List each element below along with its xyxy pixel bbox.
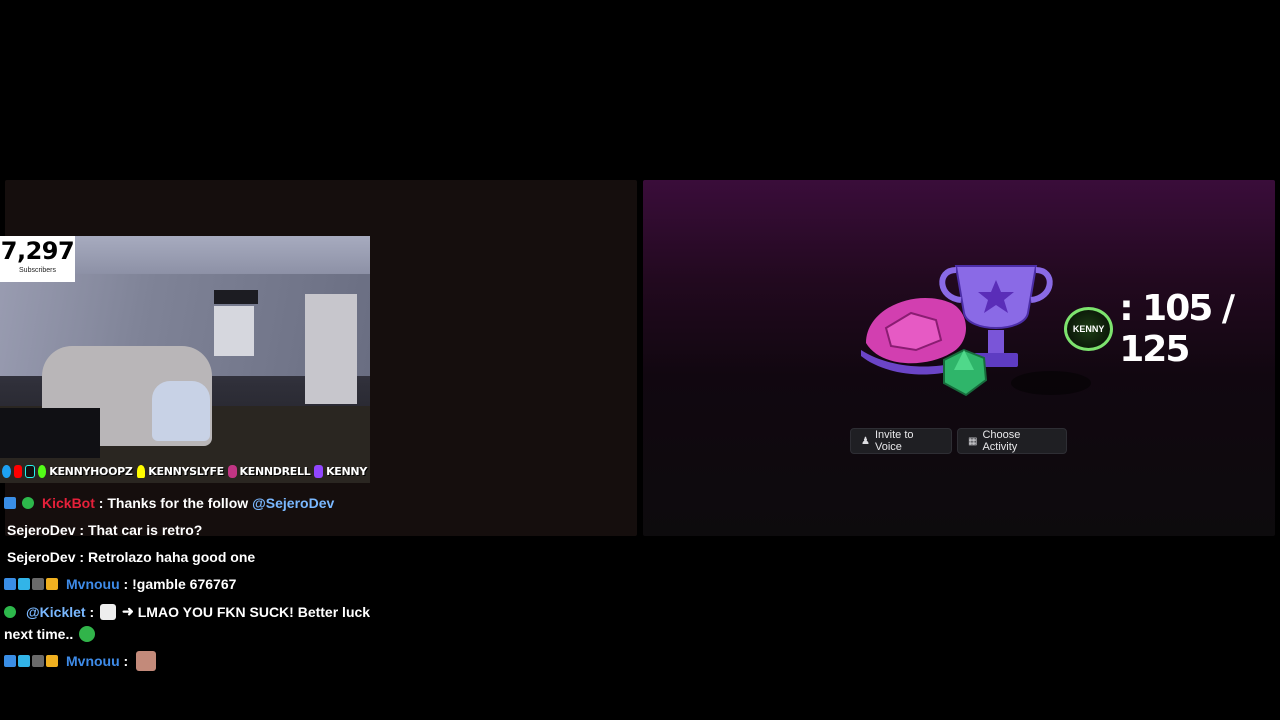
tiktok-icon bbox=[25, 464, 35, 478]
chat-message: KickBot : Thanks for the follow @SejeroD… bbox=[4, 495, 334, 511]
shadow-shape bbox=[1011, 371, 1091, 395]
chat-separator: : bbox=[119, 576, 133, 592]
chat-message-continuation: next time.. bbox=[4, 626, 96, 642]
chat-separator: : bbox=[75, 522, 88, 538]
moderator-badge-icon bbox=[4, 497, 16, 509]
chat-username[interactable]: Mvnouu bbox=[66, 576, 120, 592]
chat-message: @Kicklet : ➜ LMAO YOU FKN SUCK! Better l… bbox=[4, 603, 370, 620]
activity-illustration bbox=[861, 265, 1091, 397]
activity-counter: KENNY : 105 / 125 bbox=[1064, 288, 1280, 370]
add-user-icon: ♟ bbox=[861, 435, 870, 447]
subscriber-counter: 7,297 Subscribers bbox=[0, 236, 75, 282]
choose-activity-label: Choose Activity bbox=[982, 429, 1021, 453]
counter-value: : 105 / 125 bbox=[1119, 288, 1235, 370]
gift-badge-icon bbox=[32, 655, 44, 667]
chat-separator: : bbox=[94, 495, 108, 511]
instagram-icon bbox=[227, 464, 237, 478]
kenny-globe-logo: KENNY bbox=[1064, 307, 1114, 351]
chat-separator: : bbox=[85, 603, 99, 620]
chat-username[interactable]: Mvnouu bbox=[66, 653, 120, 669]
youtube-icon bbox=[13, 464, 23, 478]
crown-badge-icon bbox=[46, 655, 58, 667]
chat-text: next time.. bbox=[4, 626, 74, 642]
subscriber-count: 7,297 bbox=[0, 237, 75, 265]
invite-to-voice-label: Invite to Voice bbox=[874, 429, 914, 453]
social-handle: KENNYSLYFE bbox=[148, 464, 224, 478]
grid-icon: ▦ bbox=[968, 435, 978, 447]
chat-message: SejeroDev : That car is retro? bbox=[7, 522, 202, 538]
chat-text: !gamble 676767 bbox=[132, 576, 237, 592]
chat-mention[interactable]: @SejeroDev bbox=[252, 495, 334, 511]
chat-text: Thanks for the follow bbox=[107, 495, 249, 511]
social-handle: KENNYHOOPZ bbox=[49, 464, 133, 478]
cam-tv bbox=[214, 290, 258, 304]
arrow-icon: ➜ bbox=[122, 603, 134, 619]
cam-window bbox=[214, 306, 254, 356]
verified-badge-icon bbox=[4, 605, 16, 618]
chat-message: SejeroDev : Retrolazo haha good one bbox=[7, 549, 255, 565]
subscriber-badge-icon bbox=[18, 578, 30, 590]
chat-message: Mvnouu : bbox=[4, 651, 157, 671]
sticker-emoji-icon bbox=[136, 651, 157, 671]
snapchat-icon bbox=[136, 464, 146, 478]
subscriber-badge-icon bbox=[18, 655, 30, 667]
chat-username[interactable]: KickBot bbox=[42, 495, 95, 511]
chat-text: LMAO YOU FKN SUCK! Better luck bbox=[137, 603, 371, 620]
subscriber-label: Subscribers bbox=[19, 267, 56, 274]
twitter-icon bbox=[2, 464, 11, 478]
cam-person bbox=[152, 381, 210, 441]
cam-desk bbox=[0, 408, 100, 458]
social-links-bar: KENNYHOOPZ KENNYSLYFE KENNDRELL KENNY bbox=[0, 461, 370, 481]
cam-ceiling bbox=[60, 236, 370, 274]
chat-username[interactable]: SejeroDev bbox=[7, 522, 75, 538]
logo-text: KENNY bbox=[1072, 324, 1105, 334]
choose-activity-button[interactable]: ▦ Choose Activity bbox=[957, 428, 1067, 454]
chat-username[interactable]: @Kicklet bbox=[26, 604, 86, 620]
dice-emoji-icon bbox=[100, 603, 117, 620]
clover-emoji-icon bbox=[79, 626, 96, 642]
chat-text: That car is retro? bbox=[87, 522, 203, 538]
moderator-badge-icon bbox=[4, 578, 16, 590]
kick-icon bbox=[37, 464, 47, 478]
chat-text: Retrolazo haha good one bbox=[87, 549, 256, 565]
chat-separator: : bbox=[75, 549, 88, 565]
gift-badge-icon bbox=[32, 578, 44, 590]
chat-message: Mvnouu : !gamble 676767 bbox=[4, 576, 236, 592]
moderator-badge-icon bbox=[4, 655, 16, 667]
trophy-stem-icon bbox=[988, 330, 1004, 355]
crown-badge-icon bbox=[46, 578, 58, 590]
verified-badge-icon bbox=[22, 497, 34, 509]
chat-username[interactable]: SejeroDev bbox=[7, 549, 75, 565]
social-handle: KENNDRELL bbox=[239, 464, 311, 478]
twitch-icon bbox=[314, 464, 324, 478]
chat-separator: : bbox=[119, 653, 133, 669]
cam-door bbox=[305, 294, 357, 404]
social-handle: KENNY bbox=[326, 464, 367, 478]
invite-to-voice-button[interactable]: ♟ Invite to Voice bbox=[850, 428, 952, 454]
